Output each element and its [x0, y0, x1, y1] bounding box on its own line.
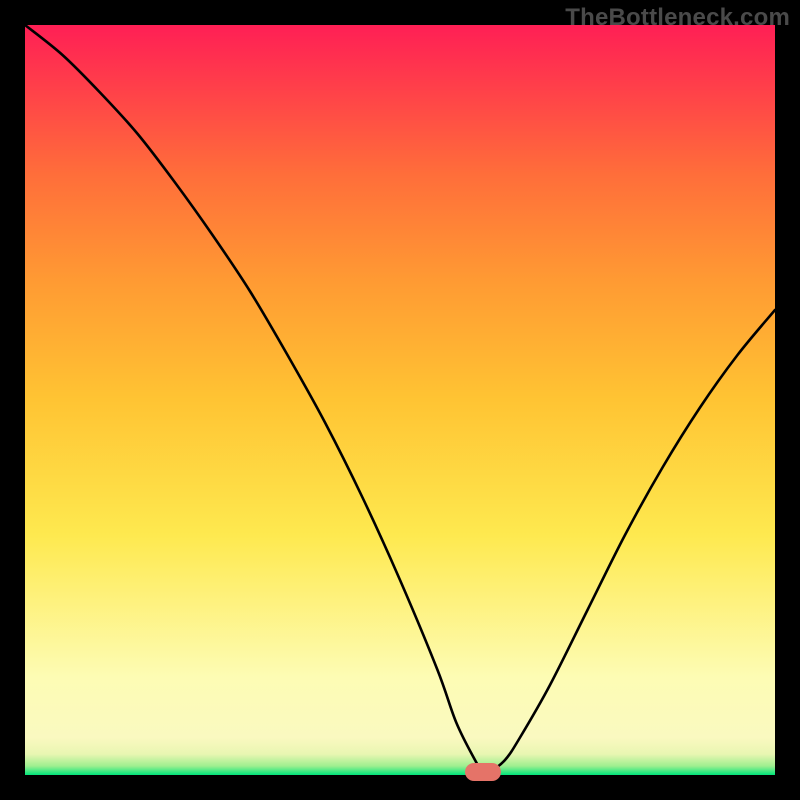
chart-container: TheBottleneck.com — [0, 0, 800, 800]
plot-area — [25, 25, 775, 775]
optimal-point-marker — [465, 763, 501, 781]
chart-svg — [25, 25, 775, 775]
watermark-text: TheBottleneck.com — [565, 4, 790, 32]
gradient-background — [25, 25, 775, 775]
